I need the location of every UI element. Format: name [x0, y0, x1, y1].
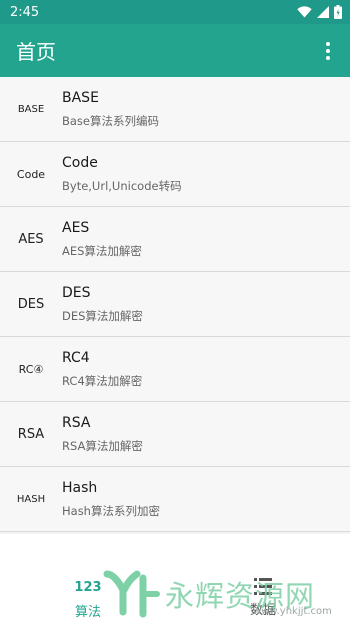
wifi-icon [297, 6, 312, 18]
rsa-icon: RSA [17, 426, 45, 442]
des-icon: DES [17, 296, 45, 312]
more-vert-icon[interactable] [320, 39, 336, 63]
list-item-code[interactable]: Code Code Byte,Url,Unicode转码 [0, 142, 350, 207]
base-icon: BASE [17, 103, 45, 115]
item-title: RC4 [62, 349, 90, 366]
bottom-nav: 123 算法 数据 [0, 566, 350, 622]
item-subtitle: RC4算法加解密 [62, 373, 143, 388]
numbers-icon: 123 [74, 580, 102, 595]
page-title: 首页 [16, 40, 56, 64]
item-title: DES [62, 284, 91, 301]
tab-algorithm[interactable]: 123 算法 [43, 566, 133, 622]
item-subtitle: Hash算法系列加密 [62, 503, 160, 518]
list-item-des[interactable]: DES DES DES算法加解密 [0, 272, 350, 337]
item-subtitle: Base算法系列编码 [62, 113, 160, 128]
signal-icon [317, 6, 329, 18]
list-item-hash[interactable]: HASH Hash Hash算法系列加密 [0, 467, 350, 532]
status-time: 2:45 [10, 4, 40, 20]
item-title: Hash [62, 479, 98, 496]
list-item-aes[interactable]: AES AES AES算法加解密 [0, 207, 350, 272]
item-title: BASE [62, 89, 99, 106]
list-item-rsa[interactable]: RSA RSA RSA算法加解密 [0, 402, 350, 467]
list-item-base[interactable]: BASE BASE Base算法系列编码 [0, 77, 350, 142]
item-subtitle: RSA算法加解密 [62, 438, 143, 453]
list-item-rc4[interactable]: RC④ RC4 RC4算法加解密 [0, 337, 350, 402]
item-subtitle: Byte,Url,Unicode转码 [62, 178, 182, 193]
app-bar: 首页 [0, 24, 350, 77]
code-icon: Code [16, 167, 46, 181]
battery-icon [334, 5, 342, 19]
aes-icon: AES [18, 231, 44, 247]
rc4-icon: RC④ [18, 362, 44, 376]
tab-label: 数据 [249, 603, 276, 618]
algorithm-list: BASE BASE Base算法系列编码 Code Code Byte,Url,… [0, 77, 350, 534]
hash-icon: HASH [16, 493, 46, 505]
item-title: Code [62, 154, 98, 171]
status-bar: 2:45 [0, 0, 350, 24]
status-icons [297, 5, 342, 19]
tab-label: 算法 [74, 605, 101, 620]
grid-icon [254, 578, 272, 595]
item-subtitle: AES算法加解密 [62, 243, 142, 258]
item-title: AES [62, 219, 90, 236]
item-title: RSA [62, 414, 91, 431]
tab-data[interactable]: 数据 [218, 566, 308, 622]
item-subtitle: DES算法加解密 [62, 308, 143, 323]
